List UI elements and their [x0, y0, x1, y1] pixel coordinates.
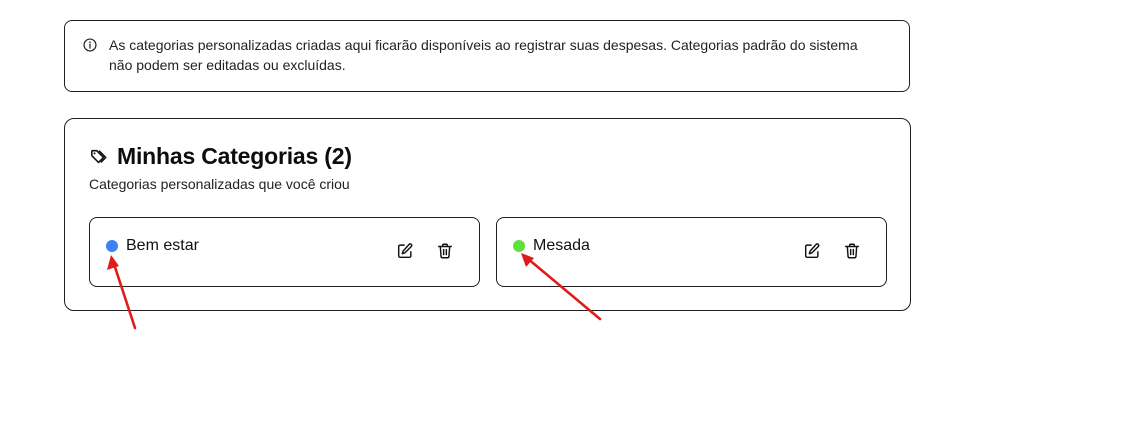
trash-icon[interactable]: [436, 242, 454, 260]
category-color-dot: [513, 240, 525, 252]
category-item: Mesada: [496, 217, 887, 287]
card-title: Minhas Categorias (2): [117, 143, 352, 169]
category-name: Mesada: [533, 237, 590, 254]
info-notice-text: As categorias personalizadas criadas aqu…: [109, 37, 858, 73]
category-item: Bem estar: [89, 217, 480, 287]
tag-icon: [91, 149, 107, 164]
card-subtitle: Categorias personalizadas que você criou: [89, 176, 350, 192]
trash-icon[interactable]: [843, 242, 861, 260]
info-notice: As categorias personalizadas criadas aqu…: [64, 20, 910, 92]
category-color-dot: [106, 240, 118, 252]
my-categories-card: Minhas Categorias (2) Categorias persona…: [64, 118, 911, 311]
info-circle-icon: [83, 38, 97, 52]
category-name: Bem estar: [126, 237, 199, 254]
edit-icon[interactable]: [396, 242, 414, 260]
edit-icon[interactable]: [803, 242, 821, 260]
